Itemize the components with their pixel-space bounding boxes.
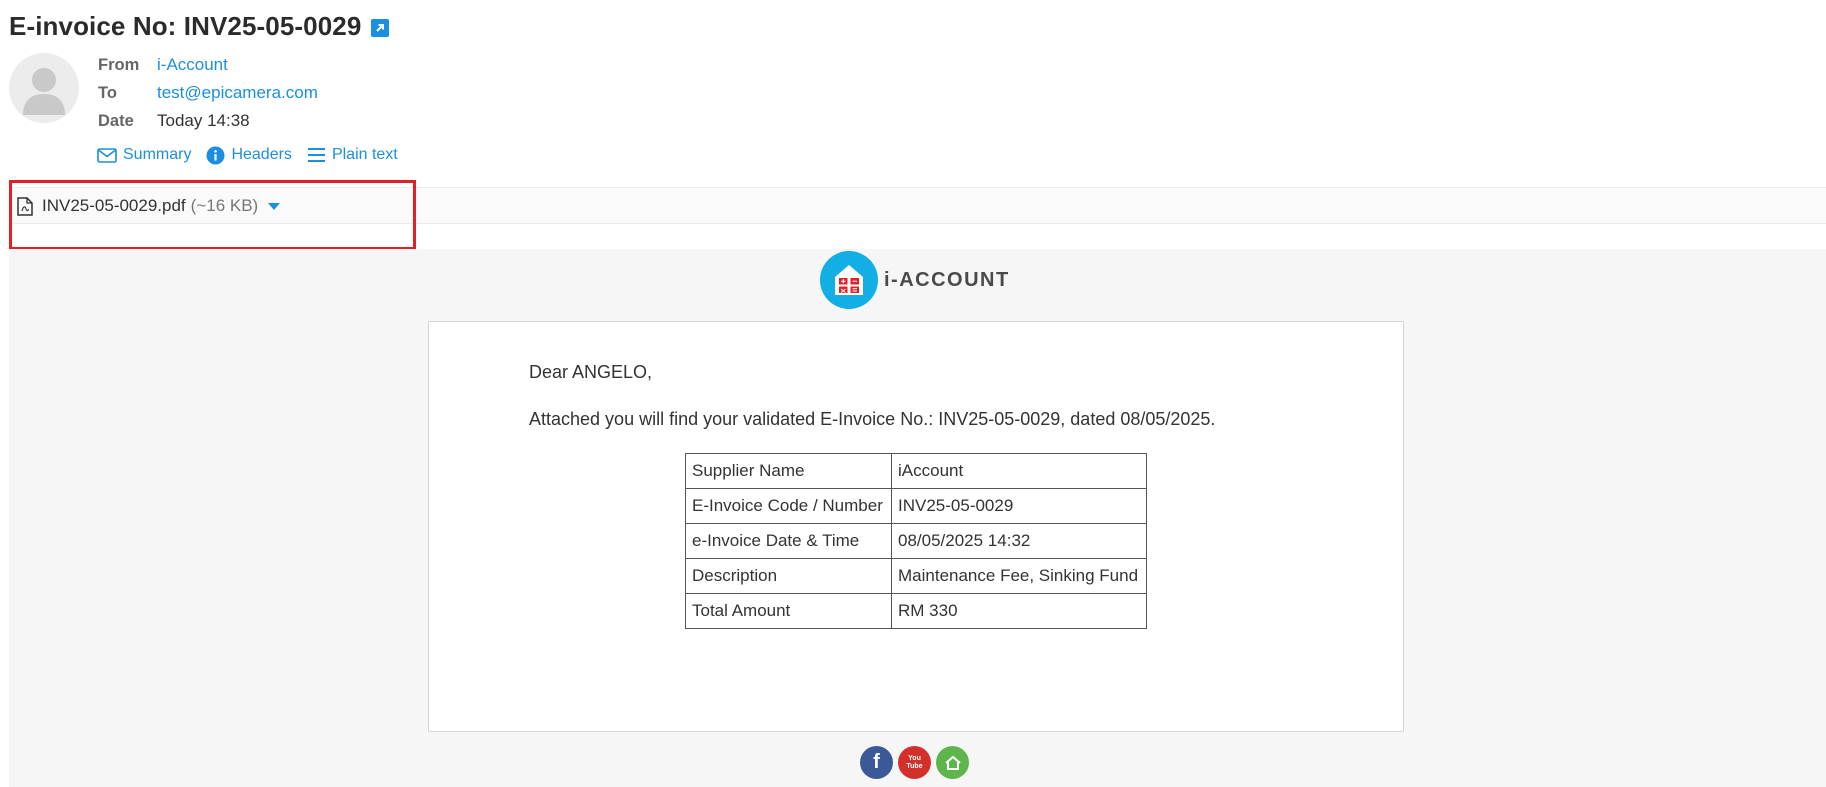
- header-date: Date Today 14:38: [98, 110, 250, 132]
- table-row: Total Amount RM 330: [685, 593, 1147, 629]
- lines-icon: [307, 148, 325, 162]
- facebook-glyph: f: [873, 751, 880, 773]
- table-row: E-Invoice Code / Number INV25-05-0029: [685, 488, 1147, 524]
- facebook-icon[interactable]: f: [860, 746, 893, 779]
- header-from: From i-Account: [98, 54, 228, 76]
- table-row: Supplier Name iAccount: [685, 453, 1147, 489]
- message-subject-row: E-invoice No: INV25-05-0029: [9, 9, 390, 43]
- table-cell-value: 08/05/2025 14:32: [891, 523, 1147, 559]
- brand-name: i-ACCOUNT: [884, 268, 1010, 291]
- calculator-house-icon: [835, 265, 863, 295]
- invoice-details-table: Supplier Name iAccount E-Invoice Code / …: [685, 453, 1147, 629]
- table-cell-label: Total Amount: [685, 593, 892, 629]
- brand-logo: [820, 251, 878, 309]
- table-cell-label: e-Invoice Date & Time: [685, 523, 892, 559]
- user-silhouette-icon: [23, 68, 65, 115]
- intro-text: Attached you will find your validated E-…: [529, 409, 1216, 429]
- date-label: Date: [98, 111, 134, 130]
- header-to: To test@epicamera.com: [98, 82, 318, 104]
- summary-view-button[interactable]: Summary: [97, 146, 191, 164]
- sender-avatar: [9, 53, 79, 123]
- table-cell-label: Supplier Name: [685, 453, 892, 489]
- table-cell-label: Description: [685, 558, 892, 594]
- youtube-glyph: You: [908, 754, 921, 762]
- brand-header: i-ACCOUNT: [820, 251, 1010, 309]
- date-value: Today 14:38: [157, 111, 250, 130]
- message-subject: E-invoice No: INV25-05-0029: [9, 10, 362, 41]
- table-cell-value: INV25-05-0029: [891, 488, 1147, 524]
- table-cell-value: Maintenance Fee, Sinking Fund: [891, 558, 1147, 594]
- from-label: From: [98, 55, 140, 74]
- table-cell-value: RM 330: [891, 593, 1147, 629]
- table-row: Description Maintenance Fee, Sinking Fun…: [685, 558, 1147, 594]
- summary-label: Summary: [123, 146, 192, 163]
- plain-text-view-button[interactable]: Plain text: [307, 146, 398, 164]
- headers-view-button[interactable]: Headers: [206, 146, 292, 165]
- envelope-icon: [97, 147, 117, 163]
- to-value-link[interactable]: test@epicamera.com: [157, 83, 318, 103]
- table-cell-value: iAccount: [891, 453, 1147, 489]
- greeting-text: Dear ANGELO,: [529, 362, 653, 382]
- table-row: e-Invoice Date & Time 08/05/2025 14:32: [685, 523, 1147, 559]
- home-icon[interactable]: [936, 746, 969, 779]
- info-icon: [206, 146, 225, 164]
- youtube-icon[interactable]: You Tube: [898, 746, 931, 779]
- table-cell-label: E-Invoice Code / Number: [685, 488, 892, 524]
- to-label: To: [98, 83, 117, 102]
- open-external-icon[interactable]: [371, 18, 390, 37]
- plain-text-label: Plain text: [331, 146, 398, 163]
- headers-label: Headers: [231, 146, 292, 163]
- from-value-link[interactable]: i-Account: [157, 55, 228, 75]
- youtube-glyph-2: Tube: [906, 762, 923, 770]
- attachment-highlight-box: [9, 180, 416, 250]
- view-mode-bar: Summary Headers Plain text: [97, 144, 413, 166]
- social-links: f You Tube: [860, 746, 974, 779]
